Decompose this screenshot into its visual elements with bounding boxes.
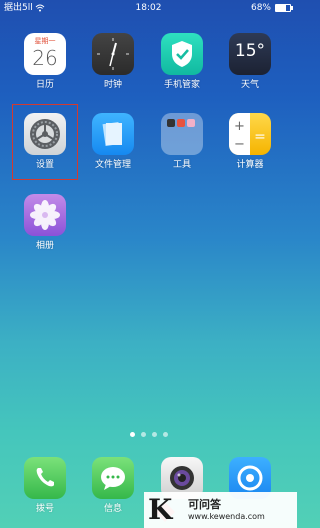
weather-temp: 15° [234,41,266,61]
svg-text:+: + [234,119,245,134]
calendar-weekday: 星期一 [34,37,56,45]
dock-dialer[interactable]: 拨号 [15,457,75,515]
app-calculator[interactable]: + − = 计算器 [220,113,280,171]
page-dot[interactable] [151,432,157,437]
dock-messages[interactable]: 信息 [83,457,143,515]
svg-text:−: − [234,137,245,152]
settings-highlight-box [12,104,78,180]
clock-icon [92,33,134,75]
app-weather[interactable]: 15° 天气 [220,33,280,91]
app-label: 天气 [240,80,259,90]
battery-percent: 68% [250,3,271,13]
status-bar: 据出5ll 18:02 68% [0,0,297,16]
folder-icon [161,113,203,155]
app-label: 相册 [35,241,54,251]
page-dot[interactable] [129,432,135,437]
app-phone-manager[interactable]: 手机管家 [152,33,212,91]
app-calendar[interactable]: 星期一 26 日历 [15,33,75,91]
page-dot[interactable] [162,432,168,437]
app-gallery[interactable]: 相册 [15,194,75,252]
app-clock[interactable]: 时钟 [83,33,143,91]
svg-text:=: = [254,129,266,145]
app-file-manager[interactable]: 文件管理 [83,113,143,171]
battery-area: 68% [250,0,293,16]
watermark-title: 可问答 [188,498,221,511]
files-icon [92,113,134,155]
phone-icon [24,457,66,499]
app-label: 时钟 [103,80,122,90]
app-tools-folder[interactable]: 工具 [152,113,212,171]
page-indicator [0,432,297,437]
flower-icon [24,194,66,236]
app-label: 计算器 [236,160,264,170]
shield-check-icon [161,33,203,75]
app-label: 信息 [103,504,122,514]
watermark-k-icon: K [148,495,182,525]
app-label: 工具 [172,160,191,170]
watermark-url: www.kewenda.com [188,512,265,521]
battery-icon [275,4,293,12]
page-dot[interactable] [140,432,146,437]
app-label: 手机管家 [163,80,200,90]
calendar-day: 26 [32,46,58,70]
app-label: 文件管理 [94,160,131,170]
app-label: 日历 [35,80,54,90]
app-label: 拨号 [35,504,54,514]
calculator-icon: + − = [229,113,271,155]
weather-icon: 15° [229,33,271,75]
watermark-logo: K 可问答 www.kewenda.com [144,492,297,528]
message-icon [92,457,134,499]
calendar-icon: 星期一 26 [24,33,66,75]
